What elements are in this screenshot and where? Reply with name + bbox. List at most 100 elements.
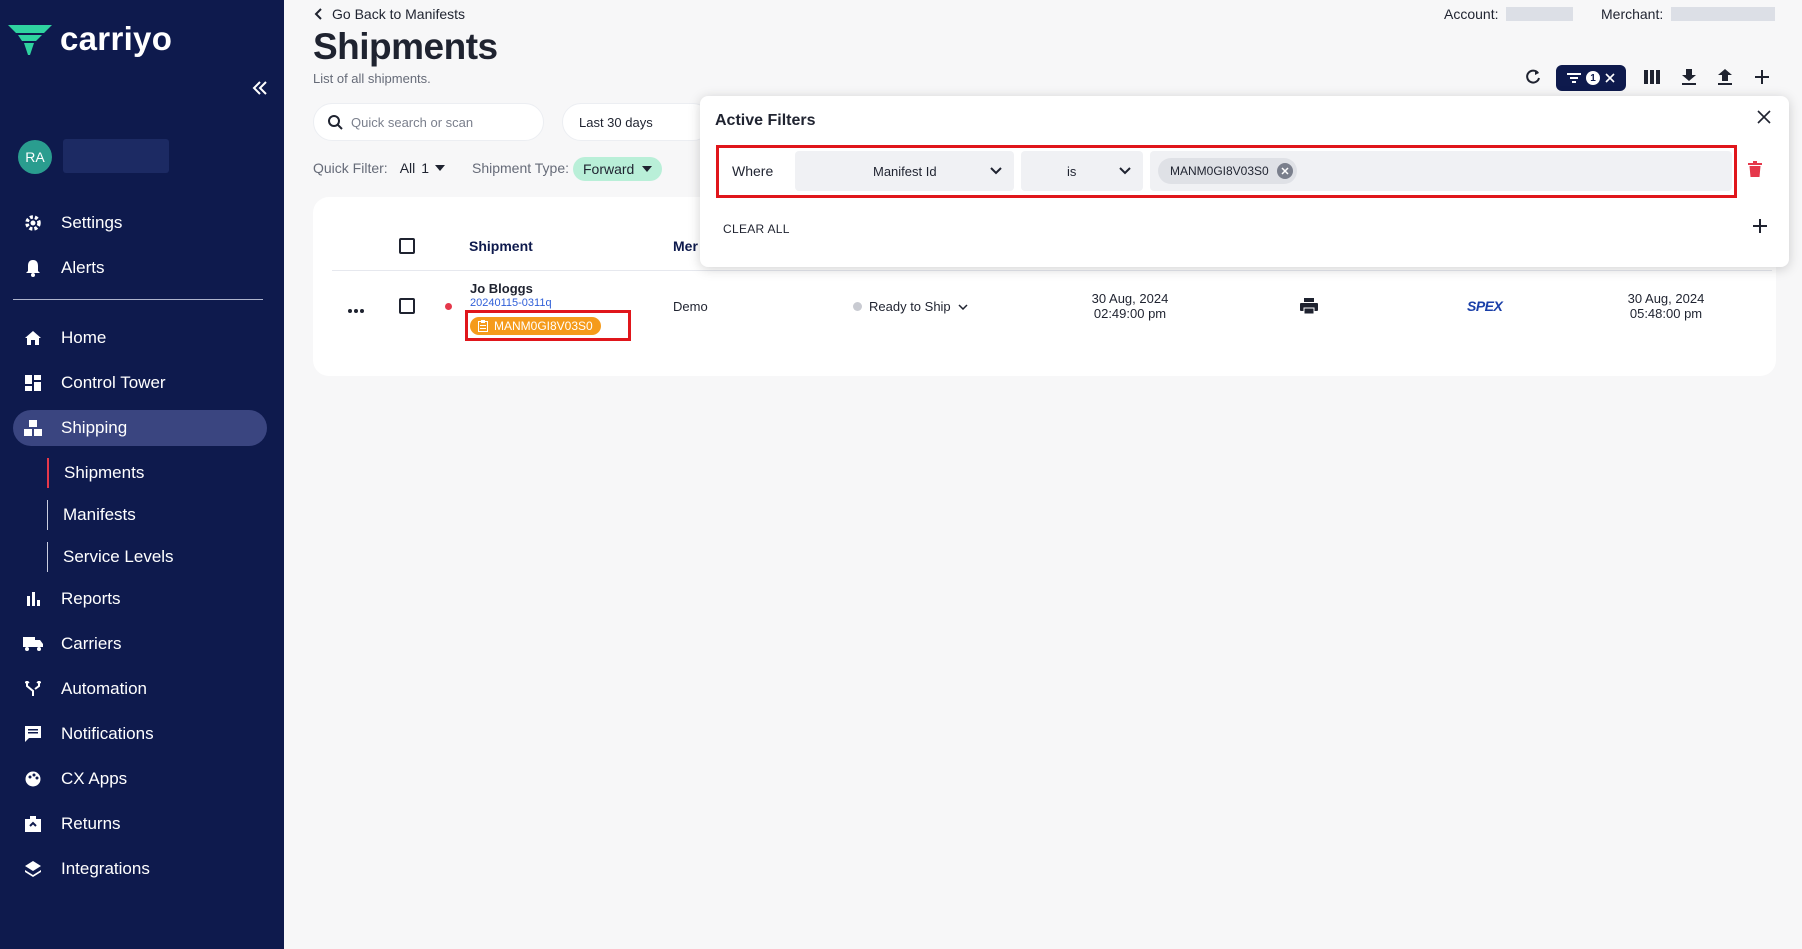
quick-filter-label: Quick Filter: [313,160,388,176]
quick-filter-dropdown[interactable]: All 1 [399,160,446,176]
status-dropdown[interactable]: Ready to Ship [853,299,968,314]
sidebar-item-reports[interactable]: Reports [13,581,267,617]
quick-filter-value: All [399,160,416,176]
add-shipment-button[interactable] [1751,66,1773,88]
sidebar-item-label: Notifications [61,724,154,743]
shipment-type-dropdown[interactable]: Forward [573,157,663,181]
caret-down-icon [642,166,653,172]
quick-search[interactable] [313,103,544,141]
page-title: Shipments [313,26,498,67]
sidebar-item-label: Control Tower [61,373,166,392]
sidebar-item-settings[interactable]: Settings [13,205,267,241]
avatar[interactable]: RA [18,140,52,174]
quick-filter: Quick Filter: All 1 [313,160,446,176]
chevron-left-icon [314,8,322,20]
filter-count-badge: 1 [1586,71,1600,85]
bell-icon [23,258,43,278]
refresh-icon [1526,69,1540,84]
sidebar-subitem-shipments[interactable]: Shipments [47,458,144,488]
sidebar-item-alerts[interactable]: Alerts [13,250,267,286]
updated-date-cell: 30 Aug, 2024 05:48:00 pm [1616,291,1716,321]
trash-icon [1748,161,1762,177]
sidebar-item-automation[interactable]: Automation [13,671,267,707]
highlight-filter-row [716,145,1737,198]
merchant-label: Merchant: [1601,6,1664,22]
sidebar-item-label: Integrations [61,859,150,878]
clear-all-button[interactable]: CLEAR ALL [723,222,790,236]
columns-button[interactable] [1641,66,1663,88]
row-actions-button[interactable] [348,300,368,313]
refresh-button[interactable] [1522,66,1544,88]
upload-icon [1718,69,1732,85]
home-icon [23,328,43,348]
search-input[interactable] [351,114,531,130]
printer-icon [1300,298,1318,315]
close-filters-button[interactable] [1757,110,1775,128]
alert-indicator-dot [445,303,452,310]
user-name-redacted [63,139,169,173]
close-icon[interactable] [1605,73,1615,83]
return-box-icon [23,814,43,834]
upload-button[interactable] [1714,66,1736,88]
print-label-button[interactable] [1300,298,1318,319]
updated-time: 05:48:00 pm [1629,306,1703,321]
sidebar-divider [13,299,263,300]
sidebar-item-integrations[interactable]: Integrations [13,851,267,887]
sidebar-item-label: Automation [61,679,147,698]
sidebar-item-home[interactable]: Home [13,320,267,356]
column-header-shipment[interactable]: Shipment [469,238,533,254]
sidebar-item-carriers[interactable]: Carriers [13,626,267,662]
sidebar-subitem-service-levels[interactable]: Service Levels [47,542,174,572]
sidebar-item-label: Shipping [61,418,128,437]
carrier-logo: SPEX [1467,298,1503,314]
message-icon [23,724,43,744]
merchant-cell: Demo [673,299,708,314]
status-dot [853,302,862,311]
logo[interactable]: carriyo [8,20,172,58]
collapse-sidebar-button[interactable] [250,78,270,98]
fork-icon [23,679,43,699]
double-chevron-left-icon [252,81,267,95]
delete-filter-button[interactable] [1748,161,1764,179]
add-filter-button[interactable] [1753,219,1771,237]
chevron-down-icon [958,303,968,310]
created-date-cell: 30 Aug, 2024 02:49:00 pm [1080,291,1180,321]
column-header-merchant[interactable]: Mer [673,238,698,254]
download-icon [1682,69,1696,85]
sidebar-item-cx-apps[interactable]: CX Apps [13,761,267,797]
sidebar-item-notifications[interactable]: Notifications [13,716,267,752]
sidebar-item-control-tower[interactable]: Control Tower [13,365,267,401]
order-id-link[interactable]: 20240115-0311q [470,297,552,309]
filter-icon [1567,73,1581,83]
caret-down-icon [435,165,446,171]
sidebar-item-returns[interactable]: Returns [13,806,267,842]
sidebar-item-label: Alerts [61,258,105,277]
back-to-manifests-link[interactable]: Go Back to Manifests [314,6,465,22]
truck-icon [23,634,43,654]
plus-icon [1753,219,1767,233]
highlight-manifest-tag [465,310,631,341]
active-filter-toggle[interactable]: 1 [1556,65,1626,91]
sidebar-item-label: CX Apps [61,769,128,788]
date-range-select[interactable]: Last 30 days [562,103,712,141]
sidebar-item-label: Reports [61,589,121,608]
account-value-redacted[interactable] [1506,7,1573,21]
created-date: 30 Aug, 2024 [1091,291,1169,306]
merchant-value-redacted[interactable] [1671,7,1775,21]
bar-chart-icon [23,589,43,609]
sidebar-subitem-manifests[interactable]: Manifests [47,500,136,530]
sidebar-item-label: Settings [61,213,123,232]
sidebar-item-label: Carriers [61,634,122,653]
customer-name[interactable]: Jo Bloggs [470,281,533,296]
select-all-checkbox[interactable] [399,238,415,254]
row-checkbox[interactable] [399,298,415,314]
updated-date: 30 Aug, 2024 [1627,291,1705,306]
more-horizontal-icon [348,309,364,313]
sidebar-item-shipping[interactable]: Shipping [13,410,267,446]
sidebar: carriyo RA Settings Alerts Home Control … [0,0,284,949]
download-button[interactable] [1678,66,1700,88]
sidebar-item-label: Home [61,328,107,347]
palette-icon [23,769,43,789]
search-icon [328,114,343,130]
close-icon [1757,110,1771,124]
